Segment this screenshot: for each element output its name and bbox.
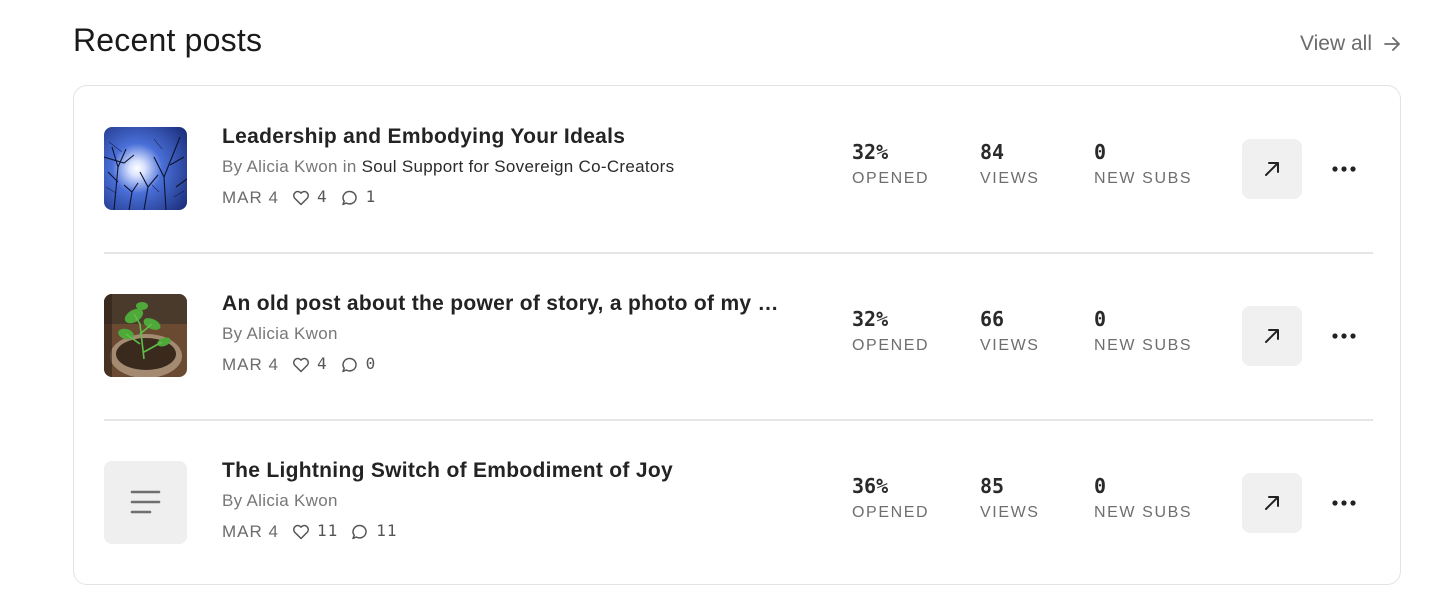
post-date: MAR 4 xyxy=(222,522,279,541)
opened-metric: 36% OPENED xyxy=(852,472,929,522)
opened-label: OPENED xyxy=(852,170,930,187)
open-post-button[interactable] xyxy=(1242,473,1302,533)
post-row: An old post about the power of story, a … xyxy=(104,253,1373,420)
post-byline: By Alicia Kwon xyxy=(222,323,782,345)
comment-icon xyxy=(352,524,368,540)
opened-value: 32% xyxy=(852,307,889,331)
opened-metric: 32% OPENED xyxy=(852,305,929,355)
likes-count: 4 xyxy=(316,186,328,206)
publication-name: Soul Support for Sovereign Co-Creators xyxy=(361,157,675,176)
new-subs-metric: 0 NEW SUBS xyxy=(1094,472,1192,522)
byline-prefix: By xyxy=(222,157,247,176)
opened-value: 36% xyxy=(852,474,889,498)
views-value: 84 xyxy=(980,140,1005,164)
opened-label: OPENED xyxy=(852,337,930,354)
views-label: VIEWS xyxy=(980,170,1040,187)
recent-posts-card: Leadership and Embodying Your Ideals By … xyxy=(73,85,1401,585)
views-metric: 66 VIEWS xyxy=(980,305,1040,355)
comments-stat: 0 xyxy=(340,353,377,375)
arrow-up-right-icon xyxy=(1265,496,1279,510)
likes-count: 4 xyxy=(316,353,328,373)
new-subs-label: NEW SUBS xyxy=(1094,170,1193,187)
post-info: Leadership and Embodying Your Ideals By … xyxy=(222,124,782,210)
byline-prefix: By xyxy=(222,324,247,343)
more-horizontal-icon xyxy=(1332,166,1356,172)
post-thumbnail[interactable] xyxy=(104,294,187,377)
likes-count: 11 xyxy=(316,520,339,540)
open-post-button[interactable] xyxy=(1242,139,1302,199)
post-byline: By Alicia Kwon in Soul Support for Sover… xyxy=(222,156,782,178)
new-subs-label: NEW SUBS xyxy=(1094,504,1193,521)
post-title[interactable]: An old post about the power of story, a … xyxy=(222,291,782,317)
new-subs-value: 0 xyxy=(1094,474,1107,498)
new-subs-label: NEW SUBS xyxy=(1094,337,1193,354)
opened-metric: 32% OPENED xyxy=(852,138,929,188)
byline-in: in xyxy=(337,157,362,176)
comments-stat: 1 xyxy=(340,186,377,208)
potted-plant-photo xyxy=(104,294,187,377)
new-subs-metric: 0 NEW SUBS xyxy=(1094,138,1192,188)
comments-count: 0 xyxy=(365,353,377,373)
post-meta: MAR 4 11 11 xyxy=(222,520,782,544)
more-options-button[interactable] xyxy=(1326,154,1362,184)
post-meta: MAR 4 4 0 xyxy=(222,353,782,377)
views-metric: 84 VIEWS xyxy=(980,138,1040,188)
views-value: 85 xyxy=(980,474,1005,498)
post-date: MAR 4 xyxy=(222,355,279,374)
likes-stat: 4 xyxy=(291,353,328,375)
author-name: Alicia Kwon xyxy=(246,157,338,176)
author-name: Alicia Kwon xyxy=(246,324,338,343)
view-all-label: View all xyxy=(1300,32,1372,55)
views-label: VIEWS xyxy=(980,504,1040,521)
new-subs-metric: 0 NEW SUBS xyxy=(1094,305,1192,355)
new-subs-value: 0 xyxy=(1094,307,1107,331)
comments-count: 11 xyxy=(376,520,398,540)
views-value: 66 xyxy=(980,307,1005,331)
more-options-button[interactable] xyxy=(1326,321,1362,351)
comments-stat: 11 xyxy=(350,520,398,542)
trees-sun-photo xyxy=(104,127,187,210)
arrow-up-right-icon xyxy=(1265,329,1279,343)
post-title[interactable]: The Lightning Switch of Embodiment of Jo… xyxy=(222,458,782,484)
likes-stat: 11 xyxy=(291,520,339,542)
section-title: Recent posts xyxy=(73,22,263,58)
author-name: Alicia Kwon xyxy=(246,491,338,510)
more-horizontal-icon xyxy=(1332,500,1356,506)
more-horizontal-icon xyxy=(1332,333,1356,339)
heart-icon xyxy=(292,190,309,206)
post-date: MAR 4 xyxy=(222,188,279,207)
arrow-up-right-icon xyxy=(1265,162,1279,176)
view-all-link[interactable]: View all xyxy=(1300,32,1402,56)
post-info: The Lightning Switch of Embodiment of Jo… xyxy=(222,458,782,544)
post-row: Leadership and Embodying Your Ideals By … xyxy=(104,86,1373,253)
post-meta: MAR 4 4 1 xyxy=(222,186,782,210)
text-lines-icon xyxy=(104,461,187,544)
new-subs-value: 0 xyxy=(1094,140,1107,164)
opened-label: OPENED xyxy=(852,504,930,521)
arrow-right-icon xyxy=(1384,37,1400,51)
opened-value: 32% xyxy=(852,140,889,164)
comment-icon xyxy=(341,190,357,206)
post-thumbnail[interactable] xyxy=(104,127,187,210)
post-thumbnail[interactable] xyxy=(104,461,187,544)
comment-icon xyxy=(341,357,357,373)
post-info: An old post about the power of story, a … xyxy=(222,291,782,377)
heart-icon xyxy=(292,357,309,373)
comments-count: 1 xyxy=(365,186,377,206)
byline-prefix: By xyxy=(222,491,247,510)
open-post-button[interactable] xyxy=(1242,306,1302,366)
more-options-button[interactable] xyxy=(1326,488,1362,518)
post-row: The Lightning Switch of Embodiment of Jo… xyxy=(104,420,1373,587)
post-title[interactable]: Leadership and Embodying Your Ideals xyxy=(222,124,782,150)
views-label: VIEWS xyxy=(980,337,1040,354)
heart-icon xyxy=(292,524,309,540)
likes-stat: 4 xyxy=(291,186,328,208)
views-metric: 85 VIEWS xyxy=(980,472,1040,522)
post-byline: By Alicia Kwon xyxy=(222,490,782,512)
